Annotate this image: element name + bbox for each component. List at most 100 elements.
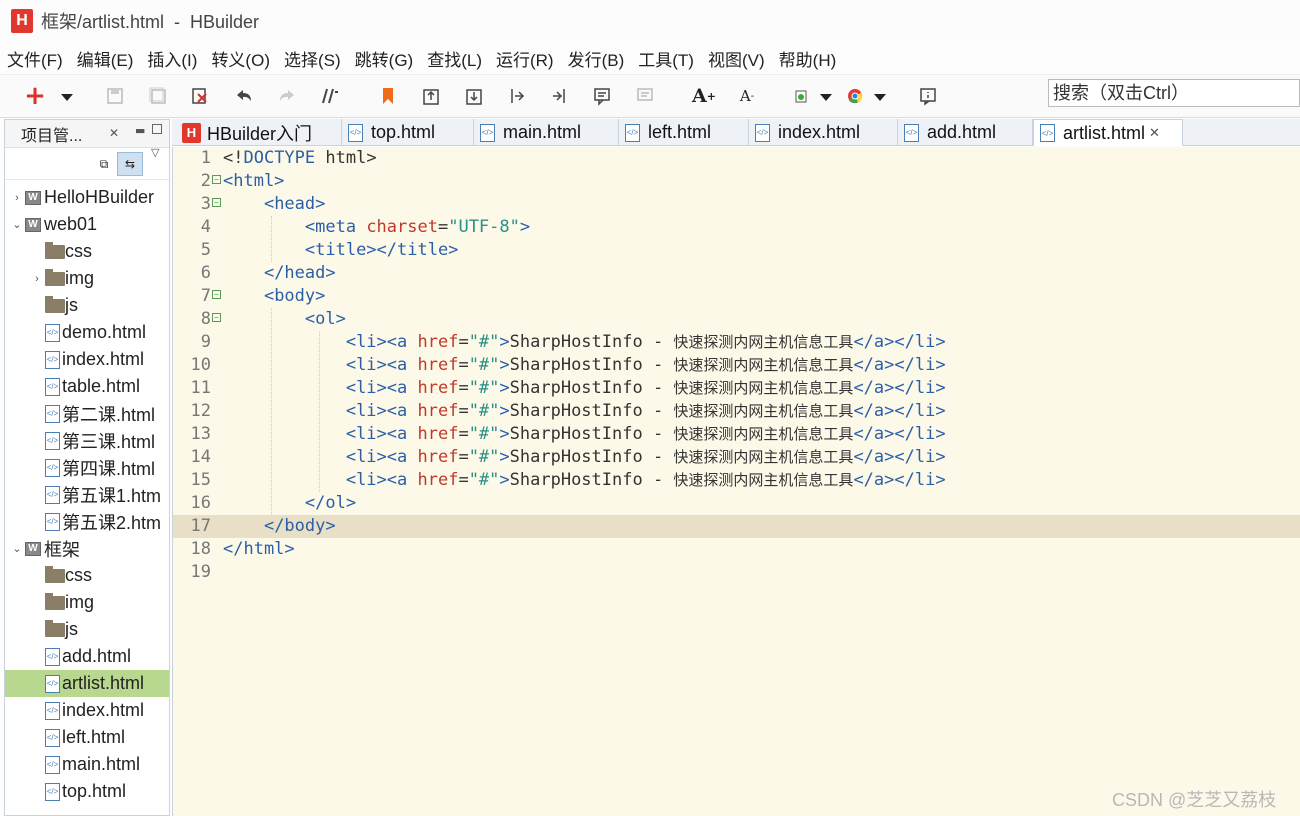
tree-item-file[interactable]: </> left.html [5, 724, 169, 751]
new-file-dropdown-icon[interactable] [61, 94, 73, 101]
save-all-icon[interactable] [147, 85, 169, 107]
code-line[interactable]: 8− <ol> [173, 308, 1300, 331]
editor-tab[interactable]: </> artlist.html ✕ [1033, 119, 1183, 146]
tree-item-folder[interactable]: css [5, 238, 169, 265]
editor-tab[interactable]: </> main.html [474, 119, 619, 146]
goto-next-icon[interactable] [463, 85, 485, 107]
tree-item-file[interactable]: </> table.html [5, 373, 169, 400]
tree-item-folder[interactable]: js [5, 616, 169, 643]
code-line[interactable]: 13 <li><a href="#">SharpHostInfo - 快速探测内… [173, 423, 1300, 446]
tree-item-file[interactable]: </> 第二课.html [5, 400, 169, 427]
code-line[interactable]: 7− <body> [173, 285, 1300, 308]
menu-item[interactable]: 运行(R) [496, 46, 554, 71]
tree-item-file[interactable]: </> add.html [5, 643, 169, 670]
code-line[interactable]: 19 [173, 561, 1300, 584]
fold-toggle-icon[interactable]: − [212, 175, 221, 184]
tree-item-file[interactable]: </> 第五课2.htm [5, 508, 169, 535]
menu-item[interactable]: 转义(O) [211, 46, 270, 71]
uncomment-icon[interactable] [634, 85, 656, 107]
code-line[interactable]: 3− <head> [173, 193, 1300, 216]
menu-item[interactable]: 发行(B) [568, 46, 625, 71]
code-line[interactable]: 14 <li><a href="#">SharpHostInfo - 快速探测内… [173, 446, 1300, 469]
tree-item-file[interactable]: </> 第五课1.htm [5, 481, 169, 508]
run-browser-icon[interactable] [790, 85, 812, 107]
editor-tab[interactable]: </> index.html [749, 119, 898, 146]
preview-icon[interactable] [917, 85, 939, 107]
menu-item[interactable]: 查找(L) [427, 46, 482, 71]
code-line[interactable]: 16 </ol> [173, 492, 1300, 515]
code-line[interactable]: 15 <li><a href="#">SharpHostInfo - 快速探测内… [173, 469, 1300, 492]
tree-item-file[interactable]: </> 第三课.html [5, 427, 169, 454]
font-increase-icon[interactable]: A + [692, 85, 716, 107]
tree-item-project[interactable]: ⌄ W 框架 [5, 535, 169, 562]
menu-item[interactable]: 编辑(E) [77, 46, 134, 71]
menu-item[interactable]: 选择(S) [284, 46, 341, 71]
browser-dropdown-icon[interactable] [874, 94, 886, 101]
view-menu-icon[interactable]: ▽ [151, 146, 159, 159]
code-line[interactable]: 18 </html> [173, 538, 1300, 561]
code-editor[interactable]: 1 <!DOCTYPE html> 2− <html> 3− <head> 4 <meta… [172, 147, 1300, 816]
code-line[interactable]: 17 </body> [173, 515, 1300, 538]
code-line[interactable]: 12 <li><a href="#">SharpHostInfo - 快速探测内… [173, 400, 1300, 423]
undo-icon[interactable] [233, 85, 255, 107]
fold-toggle-icon[interactable]: − [212, 198, 221, 207]
editor-tab[interactable]: </> left.html [619, 119, 749, 146]
minimize-icon[interactable]: ▬ [135, 124, 145, 137]
code-line[interactable]: 4 <meta charset="UTF-8"> [173, 216, 1300, 239]
chevron-down-icon[interactable]: ⌄ [11, 218, 23, 231]
tree-item-folder[interactable]: img [5, 589, 169, 616]
code-line[interactable]: 5 <title></title> [173, 239, 1300, 262]
bookmark-icon[interactable] [377, 85, 399, 107]
chrome-icon[interactable] [844, 85, 866, 107]
menu-item[interactable]: 工具(T) [638, 46, 694, 71]
chevron-right-icon[interactable]: › [11, 192, 23, 204]
chevron-right-icon[interactable]: › [31, 273, 43, 285]
editor-tab[interactable]: H HBuilder入门 [176, 119, 342, 146]
menu-item[interactable]: 跳转(G) [355, 46, 414, 71]
jump-end-icon[interactable] [548, 85, 570, 107]
tree-item-file[interactable]: </> main.html [5, 751, 169, 778]
code-line[interactable]: 9 <li><a href="#">SharpHostInfo - 快速探测内网… [173, 331, 1300, 354]
menu-item[interactable]: 视图(V) [708, 46, 765, 71]
save-icon[interactable] [104, 85, 126, 107]
new-file-button[interactable]: + [24, 81, 46, 111]
maximize-icon[interactable] [152, 124, 162, 134]
comment-icon[interactable] [591, 85, 613, 107]
close-file-icon[interactable] [189, 85, 211, 107]
code-line[interactable]: 2− <html> [173, 170, 1300, 193]
code-line[interactable]: 1 <!DOCTYPE html> [173, 147, 1300, 170]
tree-item-file[interactable]: </> artlist.html [5, 670, 169, 697]
tree-item-file[interactable]: </> top.html [5, 778, 169, 805]
tree-item-folder[interactable]: › img [5, 265, 169, 292]
close-tab-icon[interactable]: ✕ [1149, 125, 1160, 141]
run-dropdown-icon[interactable] [820, 94, 832, 101]
tree-item-project[interactable]: › W HelloHBuilder [5, 184, 169, 211]
tree-item-file[interactable]: </> index.html [5, 697, 169, 724]
menu-item[interactable]: 文件(F) [7, 46, 63, 71]
menu-item[interactable]: 帮助(H) [779, 46, 837, 71]
code-line[interactable]: 11 <li><a href="#">SharpHostInfo - 快速探测内… [173, 377, 1300, 400]
goto-prev-icon[interactable] [420, 85, 442, 107]
redo-icon[interactable] [276, 85, 298, 107]
tree-item-folder[interactable]: css [5, 562, 169, 589]
tree-item-folder[interactable]: js [5, 292, 169, 319]
fold-toggle-icon[interactable]: − [212, 313, 221, 322]
collapse-all-icon[interactable]: ⧉ [91, 152, 117, 176]
jump-start-icon[interactable] [506, 85, 528, 107]
editor-tab[interactable]: </> add.html [898, 119, 1033, 146]
close-icon[interactable]: ✕ [109, 126, 119, 140]
tree-item-project[interactable]: ⌄ Wweb01 [5, 211, 169, 238]
format-icon[interactable] [319, 85, 341, 107]
link-editor-icon[interactable]: ⇆ [117, 152, 143, 176]
code-line[interactable]: 10 <li><a href="#">SharpHostInfo - 快速探测内… [173, 354, 1300, 377]
code-line[interactable]: 6 </head> [173, 262, 1300, 285]
search-input[interactable]: 搜索（双击Ctrl） [1048, 79, 1300, 107]
menu-item[interactable]: 插入(I) [147, 46, 197, 71]
font-decrease-icon[interactable]: A- [736, 85, 758, 107]
editor-tab[interactable]: </> top.html [342, 119, 474, 146]
tree-item-file[interactable]: </> 第四课.html [5, 454, 169, 481]
tree-item-file[interactable]: </> index.html [5, 346, 169, 373]
tree-item-file[interactable]: </> demo.html [5, 319, 169, 346]
fold-toggle-icon[interactable]: − [212, 290, 221, 299]
chevron-down-icon[interactable]: ⌄ [11, 542, 23, 555]
